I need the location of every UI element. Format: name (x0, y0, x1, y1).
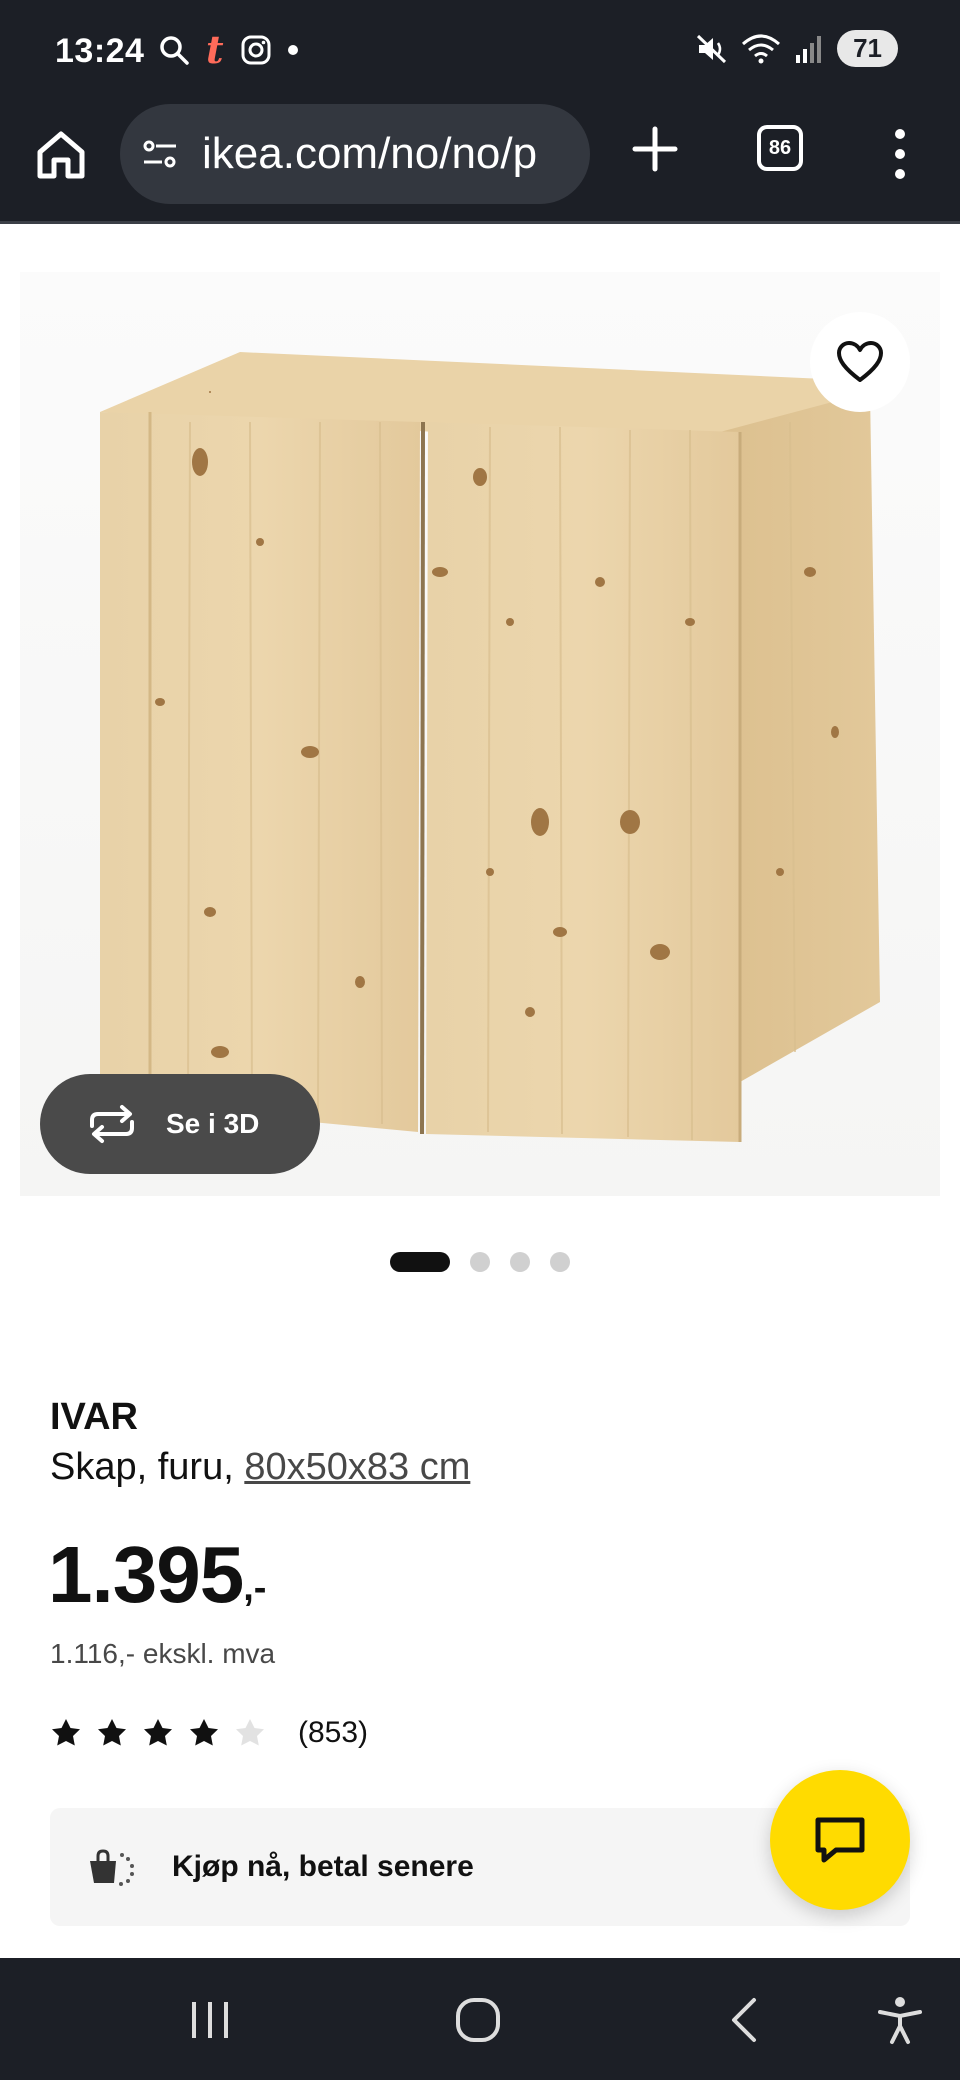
more-icon[interactable] (885, 126, 915, 182)
site-settings-icon[interactable] (140, 134, 180, 174)
klarna-bag-icon (90, 1849, 134, 1886)
price-amount: 1.395 (48, 1530, 244, 1619)
star-icon (98, 1719, 126, 1746)
chat-button[interactable] (770, 1770, 910, 1910)
heart-icon (837, 341, 883, 382)
star-icon (190, 1719, 218, 1746)
status-icons-right: 71 (695, 30, 898, 67)
star-empty-icon (236, 1719, 264, 1746)
search-icon (160, 36, 189, 65)
review-count: (853) (298, 1716, 369, 1749)
star-icon (144, 1719, 172, 1746)
new-tab-icon[interactable] (630, 124, 680, 174)
recents-icon[interactable] (182, 1992, 238, 2048)
address-bar[interactable]: ikea.com/no/no/p (120, 104, 590, 204)
instagram-icon (241, 35, 271, 65)
pagination-dot-3[interactable] (510, 1252, 530, 1272)
pagination-dot-2[interactable] (470, 1252, 490, 1272)
rotate-3d-icon (90, 1105, 134, 1143)
signal-icon (796, 35, 822, 63)
notification-dot (287, 45, 298, 55)
star-icon (52, 1719, 80, 1746)
product-image (20, 272, 940, 1196)
product-price: 1.395 ,- (48, 1530, 266, 1620)
product-rating[interactable]: (853) (50, 1716, 368, 1750)
see-3d-button[interactable]: Se i 3D (40, 1074, 320, 1174)
battery-icon: 71 (837, 30, 898, 67)
back-icon[interactable] (718, 1992, 774, 2048)
status-time: 13:24 (55, 32, 145, 70)
status-bar: 13:24 t 71 (0, 0, 960, 104)
product-image-gallery[interactable]: Se i 3D (20, 272, 940, 1196)
system-navigation-bar (0, 1958, 960, 2080)
accessibility-icon[interactable] (872, 1992, 928, 2048)
wifi-icon (742, 34, 781, 63)
product-name: IVAR (50, 1396, 138, 1438)
url-text: ikea.com/no/no/p (202, 129, 538, 178)
product-size-link[interactable]: 80x50x83 cm (244, 1446, 470, 1488)
mute-icon (697, 34, 727, 63)
status-icons-left: t (158, 30, 298, 70)
chat-icon (815, 1817, 865, 1863)
home-icon[interactable] (32, 126, 90, 184)
tabs-icon[interactable]: 86 (757, 125, 803, 171)
pagination-dot-4[interactable] (550, 1252, 570, 1272)
pagination-dot-1[interactable] (390, 1252, 450, 1272)
home-circle-icon[interactable] (450, 1992, 506, 2048)
product-type: Skap, furu, (50, 1446, 245, 1488)
price-suffix: ,- (243, 1567, 267, 1609)
favorite-button[interactable] (810, 312, 910, 412)
pay-later-label: Kjøp nå, betal senere (172, 1850, 474, 1883)
product-description: Skap, furu, 80x50x83 cm (50, 1446, 470, 1489)
gallery-pagination (390, 1252, 570, 1272)
cabinet-image (100, 352, 890, 1142)
price-excl-vat: 1.116,- ekskl. mva (50, 1638, 276, 1669)
browser-toolbar: ikea.com/no/no/p 86 (0, 104, 960, 224)
see-3d-label: Se i 3D (166, 1108, 260, 1139)
tumblr-icon: t (206, 27, 224, 72)
